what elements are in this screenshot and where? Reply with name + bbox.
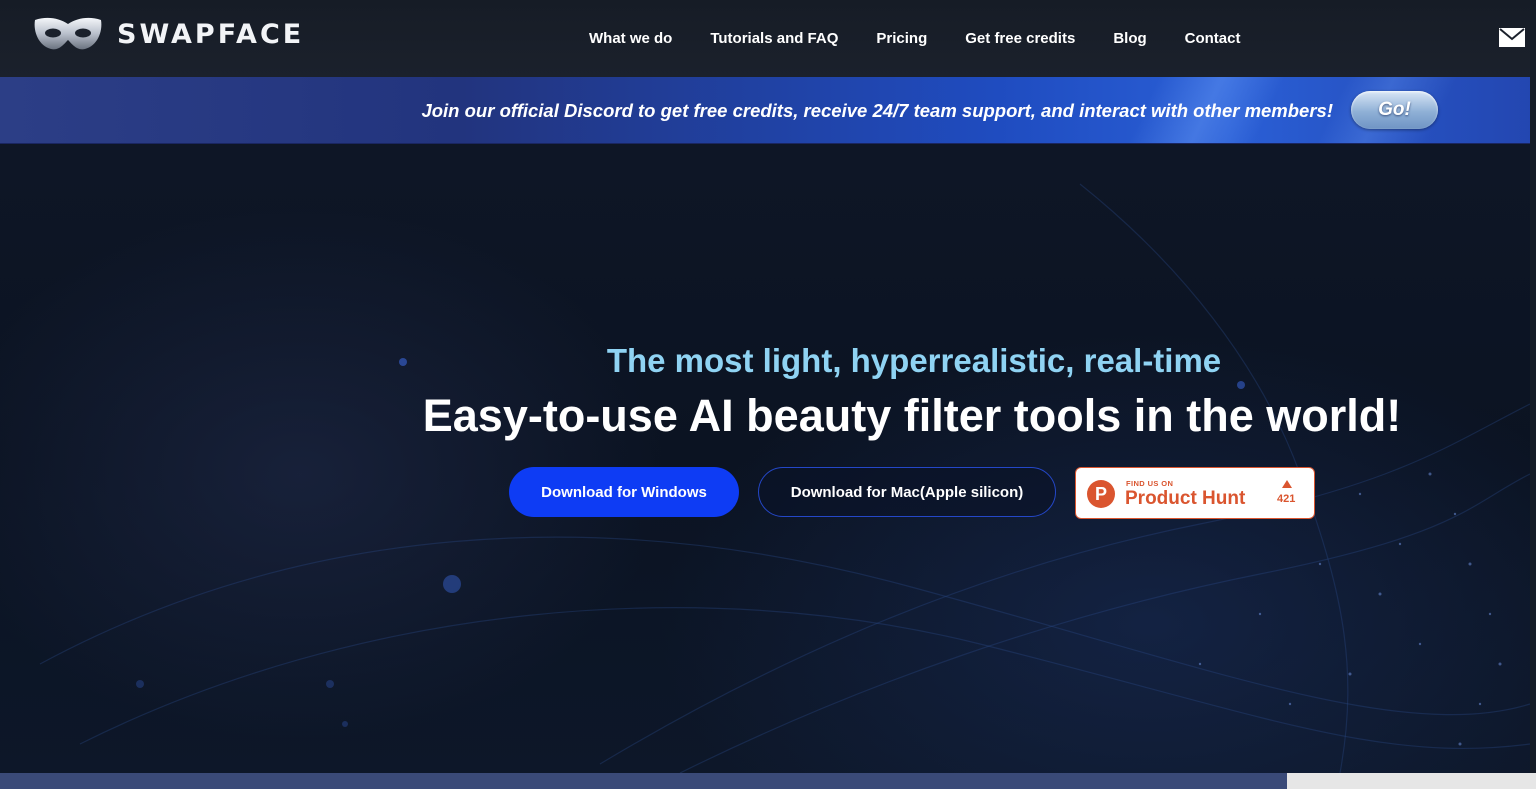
product-hunt-badge[interactable]: P FIND US ON Product Hunt 421 — [1075, 467, 1315, 519]
horizontal-scrollbar-thumb[interactable] — [0, 773, 1287, 789]
nav-item-free-credits[interactable]: Get free credits — [965, 30, 1075, 47]
hero-subtitle: The most light, hyperrealistic, real-tim… — [606, 342, 1222, 379]
product-hunt-upvote-count: 421 — [1277, 493, 1296, 505]
nav-item-tutorials-faq[interactable]: Tutorials and FAQ — [710, 30, 838, 47]
hero-title: Easy-to-use AI beauty filter tools in th… — [422, 390, 1402, 441]
product-hunt-caption: FIND US ON — [1126, 479, 1174, 488]
brand-name: SWAPFACE — [117, 18, 305, 50]
product-hunt-logo-icon: P — [1087, 480, 1115, 508]
hero-background-art — [39, 183, 1531, 773]
nav-item-contact[interactable]: Contact — [1185, 30, 1241, 47]
discord-banner: Join our official Discord to get free cr… — [0, 77, 1536, 144]
nav-item-what-we-do[interactable]: What we do — [589, 30, 672, 47]
mail-icon[interactable] — [1499, 28, 1525, 47]
download-windows-button[interactable]: Download for Windows — [509, 467, 739, 517]
nav-item-pricing[interactable]: Pricing — [876, 30, 927, 47]
product-hunt-name: Product Hunt — [1125, 488, 1246, 509]
hero-section: The most light, hyperrealistic, real-tim… — [0, 144, 1536, 773]
horizontal-scrollbar[interactable] — [0, 773, 1536, 789]
top-header: SWAPFACE What we do Tutorials and FAQ Pr… — [0, 0, 1536, 77]
go-button[interactable]: Go! — [1351, 91, 1438, 129]
mask-logo-icon — [34, 17, 102, 50]
vertical-scrollbar[interactable] — [1530, 0, 1536, 773]
nav-item-blog[interactable]: Blog — [1113, 30, 1146, 47]
discord-banner-text: Join our official Discord to get free cr… — [421, 100, 1333, 121]
upvote-arrow-icon — [1282, 480, 1292, 488]
main-nav: What we do Tutorials and FAQ Pricing Get… — [570, 0, 1259, 77]
download-mac-button[interactable]: Download for Mac(Apple silicon) — [758, 467, 1056, 517]
brand-logo[interactable]: SWAPFACE — [33, 14, 304, 54]
